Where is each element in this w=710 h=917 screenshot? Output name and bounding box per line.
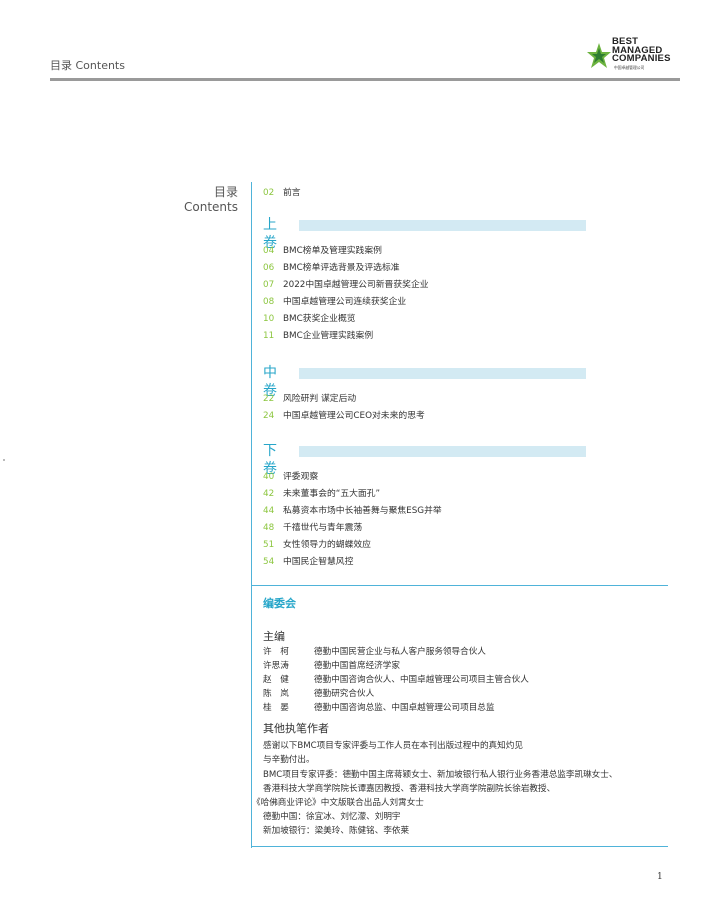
toc-item[interactable]: 04 BMC榜单及管理实践案例 <box>263 243 382 256</box>
toc-item[interactable]: 10 BMC获奖企业概览 <box>263 311 356 324</box>
toc-item[interactable]: 06 BMC榜单评选背景及评选标准 <box>263 260 400 273</box>
toc-page-number: 08 <box>263 297 275 307</box>
toc-page-number: 24 <box>263 411 275 421</box>
section-divider <box>251 585 668 586</box>
toc-item[interactable]: 51 女性领导力的蝴蝶效应 <box>263 537 371 550</box>
member-name: 桂 晏 <box>263 703 289 713</box>
toc-page-number: 10 <box>263 314 275 324</box>
volume-title-bar <box>299 446 586 457</box>
member-row: 赵 健 德勤中国咨询合伙人、中国卓越管理公司项目主管合伙人 <box>263 673 529 685</box>
toc-label: BMC获奖企业概览 <box>283 314 356 324</box>
header-rule <box>50 78 680 81</box>
toc-label: 未来董事会的“五大面孔” <box>283 489 381 499</box>
toc-label: 风险研判 谋定后动 <box>283 394 357 404</box>
best-managed-companies-logo: BEST MANAGED COMPANIES 中国卓越管理公司 <box>586 36 678 74</box>
toc-page-number: 02 <box>263 188 275 198</box>
credit-line: 德勤中国：徐宜冰、刘忆濛、刘明宇 <box>263 812 401 822</box>
toc-item[interactable]: 22 风险研判 谋定后动 <box>263 391 356 404</box>
toc-page-number: 48 <box>263 523 275 533</box>
volume-title-bar <box>299 368 586 379</box>
toc-page-number: 04 <box>263 246 275 256</box>
thanks-line: 感谢以下BMC项目专家评委与工作人员在本刊出版过程中的真知灼见 <box>263 741 523 751</box>
toc-label: 前言 <box>283 188 301 198</box>
logo-wordmark: BEST MANAGED COMPANIES <box>612 37 671 64</box>
toc-page-number: 44 <box>263 506 275 516</box>
header-title: 目录 Contents <box>50 59 125 72</box>
member-role: 德勤研究合伙人 <box>314 689 375 699</box>
toc-page-number: 06 <box>263 263 275 273</box>
toc-page-number: 11 <box>263 331 275 341</box>
toc-label: BMC榜单评选背景及评选标准 <box>283 263 400 273</box>
toc-label: 中国卓越管理公司CEO对未来的思考 <box>283 411 425 421</box>
volume-title-bar <box>299 220 586 231</box>
toc-page-number: 07 <box>263 280 275 290</box>
page-number: 1 <box>657 872 663 882</box>
toc-item[interactable]: 24 中国卓越管理公司CEO对未来的思考 <box>263 408 425 421</box>
member-role: 德勤中国咨询合伙人、中国卓越管理公司项目主管合伙人 <box>314 675 529 685</box>
member-row: 许思涛 德勤中国首席经济学家 <box>263 659 400 671</box>
logo-line-3: COMPANIES <box>612 53 671 64</box>
toc-label: 千禧世代与青年震荡 <box>283 523 363 533</box>
toc-item[interactable]: 42 未来董事会的“五大面孔” <box>263 486 380 499</box>
member-row: 桂 晏 德勤中国咨询总监、中国卓越管理公司项目总监 <box>263 701 494 713</box>
toc-item[interactable]: 40 评委观察 <box>263 469 318 482</box>
bottom-divider <box>251 846 668 847</box>
toc-item[interactable]: 54 中国民企智慧风控 <box>263 554 353 567</box>
toc-page-number: 51 <box>263 540 275 550</box>
toc-item[interactable]: 08 中国卓越管理公司连续获奖企业 <box>263 294 406 307</box>
toc-label: 中国卓越管理公司连续获奖企业 <box>283 297 407 307</box>
toc-item[interactable]: 02 前言 <box>263 185 301 198</box>
toc-page-number: 42 <box>263 489 275 499</box>
toc-page-number: 54 <box>263 557 275 567</box>
side-title: 目录 Contents <box>184 185 238 215</box>
member-name: 许 柯 <box>263 647 289 657</box>
star-logo-icon <box>587 43 611 68</box>
editorial-title: 编委会 <box>263 597 296 610</box>
other-authors-label: 其他执笔作者 <box>263 722 329 735</box>
credit-line: BMC项目专家评委：德勤中国主席蒋颖女士、新加坡银行私人银行业务香港总监李凯琳女… <box>263 770 618 780</box>
toc-label: BMC企业管理实践案例 <box>283 331 374 341</box>
member-role: 德勤中国首席经济学家 <box>314 661 400 671</box>
toc-label: 中国民企智慧风控 <box>283 557 354 567</box>
toc-page-number: 22 <box>263 394 275 404</box>
toc-label: 私募资本市场中长袖善舞与聚焦ESG并举 <box>283 506 442 516</box>
credit-line: 香港科技大学商学院院长谭嘉因教授、香港科技大学商学院副院长徐岩教授、 <box>263 784 556 794</box>
member-name: 许思涛 <box>263 661 289 671</box>
chief-editor-label: 主编 <box>263 630 285 643</box>
member-row: 陈 岚 德勤研究合伙人 <box>263 687 374 699</box>
margin-mark <box>3 459 5 461</box>
member-role: 德勤中国民营企业与私人客户服务领导合伙人 <box>314 647 486 657</box>
toc-item[interactable]: 07 2022中国卓越管理公司新晋获奖企业 <box>263 277 429 290</box>
member-name: 赵 健 <box>263 675 289 685</box>
credit-line: 《哈佛商业评论》中文版联合出品人刘霄女士 <box>252 798 424 808</box>
thanks-line: 与辛勤付出。 <box>263 755 315 765</box>
toc-item[interactable]: 44 私募资本市场中长袖善舞与聚焦ESG并举 <box>263 503 442 516</box>
toc-item[interactable]: 11 BMC企业管理实践案例 <box>263 328 373 341</box>
side-title-cn: 目录 <box>213 185 238 199</box>
toc-label: BMC榜单及管理实践案例 <box>283 246 382 256</box>
toc-label: 评委观察 <box>283 472 319 482</box>
toc-page-number: 40 <box>263 472 275 482</box>
member-role: 德勤中国咨询总监、中国卓越管理公司项目总监 <box>314 703 495 713</box>
member-row: 许 柯 德勤中国民营企业与私人客户服务领导合伙人 <box>263 645 486 657</box>
toc-label: 2022中国卓越管理公司新晋获奖企业 <box>283 280 429 290</box>
vertical-divider <box>251 182 252 848</box>
toc-item[interactable]: 48 千禧世代与青年震荡 <box>263 520 362 533</box>
side-title-en: Contents <box>184 200 238 214</box>
toc-label: 女性领导力的蝴蝶效应 <box>283 540 371 550</box>
logo-subtitle: 中国卓越管理公司 <box>614 65 645 70</box>
member-name: 陈 岚 <box>263 689 289 699</box>
credit-line: 新加坡银行：梁美玲、陈健铭、李依莱 <box>263 826 410 836</box>
